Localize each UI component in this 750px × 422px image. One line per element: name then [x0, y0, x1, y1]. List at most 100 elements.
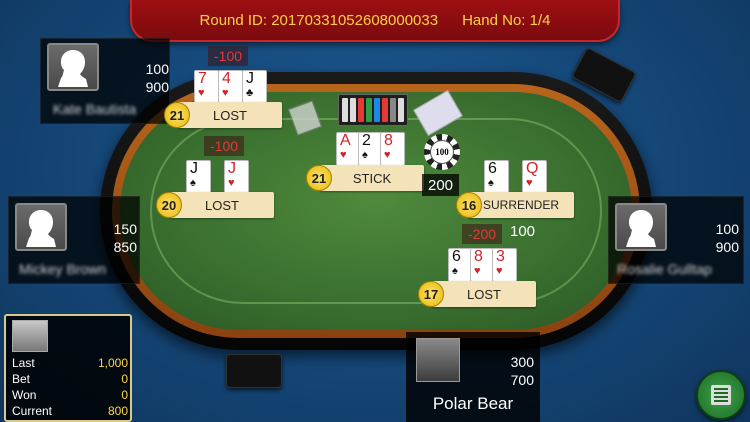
hand-status: LOST — [432, 281, 536, 307]
stats-row-current: Current 800 — [12, 404, 128, 418]
stats-value: 0 — [121, 372, 128, 386]
card-rank: 6 — [452, 248, 461, 265]
my-balance: 700 — [510, 372, 534, 388]
rack-column — [358, 98, 364, 122]
card-rank: 8 — [384, 132, 393, 149]
stats-label: Last — [12, 356, 35, 370]
avatar — [15, 203, 67, 251]
hand-status: LOST — [178, 102, 282, 128]
card-suit: ♠ — [452, 265, 458, 277]
bet-chip: 100 — [424, 134, 460, 170]
stats-label: Won — [12, 388, 37, 402]
hand-score: 21 — [306, 165, 332, 191]
card-suit: ♥ — [496, 265, 503, 277]
stats-avatar — [12, 320, 48, 352]
hand-score: 21 — [164, 102, 190, 128]
avatar — [47, 43, 99, 91]
player-panel-top-left: 100 900 Kate Bautista — [40, 38, 170, 124]
player-name: Kate Bautista — [53, 101, 137, 117]
card-rank: J — [228, 160, 236, 177]
playing-card: 8 ♥ — [380, 132, 405, 166]
stats-row-bet: Bet 0 — [12, 372, 128, 386]
stats-label: Bet — [12, 372, 31, 386]
hand-score: 16 — [456, 192, 482, 218]
person-silhouette-icon — [626, 210, 656, 247]
player-balance: 850 — [113, 239, 137, 255]
stats-row-last: Last 1,000 — [12, 356, 128, 370]
player-balance: 900 — [715, 239, 739, 255]
playing-card: 7 ♥ — [194, 70, 219, 104]
hand-result: -200 — [462, 224, 503, 244]
rack-column — [374, 98, 380, 122]
playing-card: J ♣ — [242, 70, 267, 104]
card-rank: 2 — [362, 132, 371, 149]
player-panel-right: 100 900 Rosalie Gulltap — [608, 196, 744, 284]
hand-result: -100 — [204, 136, 245, 156]
my-player-panel: 300 700 Polar Bear — [406, 332, 540, 422]
chip-rack — [338, 94, 408, 126]
card-rank: A — [340, 132, 351, 149]
card-rank: 7 — [198, 70, 207, 87]
game-scene: Round ID: 20170331052608000033 Hand No: … — [0, 0, 750, 422]
card-suit: ♥ — [384, 149, 391, 161]
playing-card: Q ♥ — [522, 160, 547, 194]
hand-bet: 100 — [510, 222, 536, 240]
card-suit: ♠ — [362, 149, 368, 161]
card-rank: J — [246, 70, 254, 87]
empty-seat-bottom-left[interactable] — [226, 354, 282, 388]
hand-status: SURRENDER — [468, 192, 574, 218]
rack-column — [390, 98, 396, 122]
player-name: Rosalie Gulltap — [617, 261, 712, 277]
hand-result: -100 — [208, 46, 249, 66]
player-bet: 100 — [145, 61, 169, 77]
playing-card: 6 ♠ — [484, 160, 509, 194]
stats-value: 1,000 — [97, 356, 128, 370]
card-suit: ♥ — [340, 149, 347, 161]
rack-column — [342, 98, 348, 122]
player-bet: 150 — [113, 221, 137, 237]
menu-list-icon — [711, 385, 731, 405]
card-suit: ♥ — [474, 265, 481, 277]
my-name: Polar Bear — [432, 394, 514, 413]
rack-column — [366, 98, 372, 122]
player-name: Mickey Brown — [19, 261, 107, 277]
card-suit: ♥ — [222, 87, 229, 99]
playing-card: J ♠ — [186, 160, 211, 194]
card-rank: 4 — [222, 70, 231, 87]
avatar — [615, 203, 667, 251]
card-suit: ♥ — [198, 87, 205, 99]
my-bet: 300 — [510, 354, 534, 370]
stats-value: 800 — [107, 404, 128, 418]
card-rank: Q — [526, 160, 539, 177]
card-rank: J — [190, 160, 198, 177]
stats-label: Current — [12, 404, 53, 418]
hand-status: LOST — [170, 192, 274, 218]
card-rank: 8 — [474, 248, 483, 265]
hand-number: Hand No: 1/4 — [462, 11, 551, 29]
my-avatar — [416, 338, 460, 382]
stats-panel: Last 1,000 Bet 0 Won 0 Current 800 — [4, 314, 132, 422]
menu-button[interactable] — [696, 370, 746, 420]
player-panel-left: 150 850 Mickey Brown — [8, 196, 140, 284]
person-silhouette-icon — [26, 210, 56, 247]
hand-status: STICK — [320, 165, 424, 191]
card-rank: 6 — [488, 160, 497, 177]
person-silhouette-icon — [58, 50, 88, 87]
rack-column — [382, 98, 388, 122]
card-rank: 3 — [496, 248, 505, 265]
player-balance: 900 — [145, 79, 169, 95]
hand-score: 20 — [156, 192, 182, 218]
card-suit: ♥ — [526, 177, 533, 189]
round-info-banner: Round ID: 20170331052608000033 Hand No: … — [130, 0, 620, 42]
card-suit: ♥ — [228, 177, 235, 189]
rack-column — [398, 98, 404, 122]
stats-value: 0 — [121, 388, 128, 402]
playing-card: J ♥ — [224, 160, 249, 194]
playing-card: 3 ♥ — [492, 248, 517, 282]
card-suit: ♠ — [488, 177, 494, 189]
playing-card: 4 ♥ — [218, 70, 243, 104]
round-id: Round ID: 20170331052608000033 — [199, 11, 439, 29]
card-suit: ♣ — [246, 87, 254, 99]
player-bet: 100 — [715, 221, 739, 237]
card-suit: ♠ — [190, 177, 196, 189]
